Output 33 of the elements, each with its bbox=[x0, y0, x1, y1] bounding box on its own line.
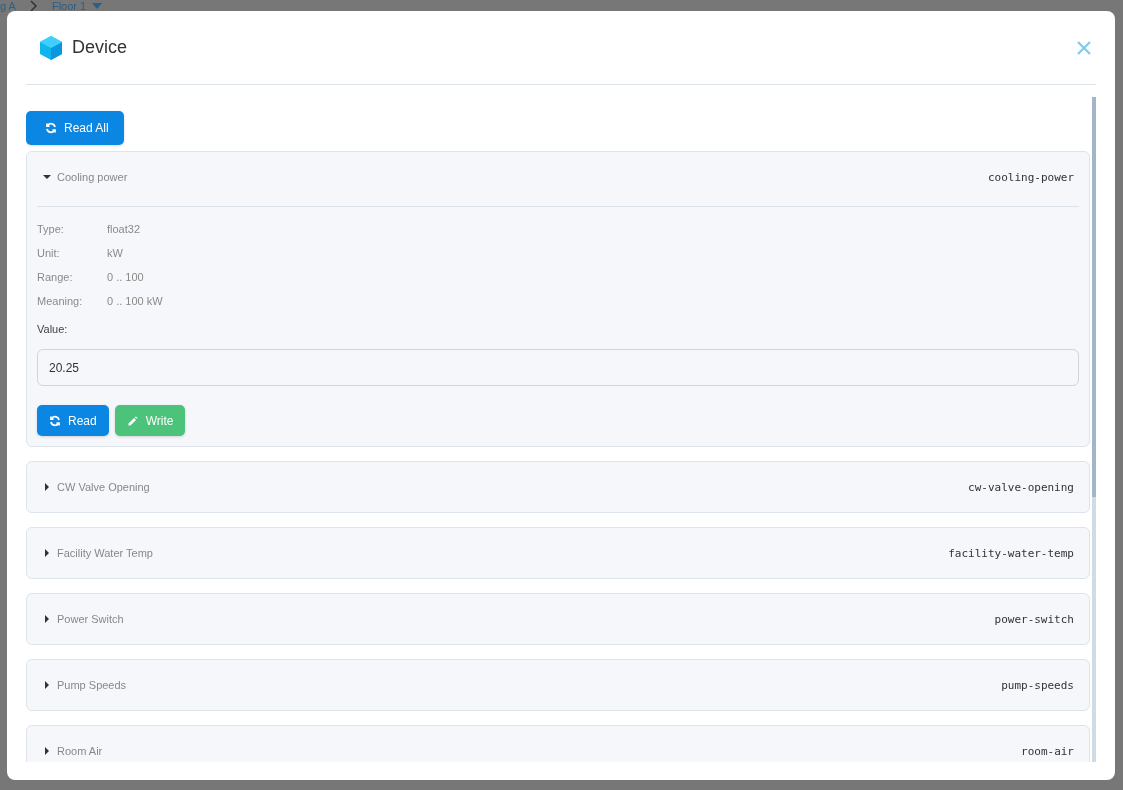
datapoint-id: power-switch bbox=[994, 612, 1074, 626]
datapoint-id: cw-valve-opening bbox=[968, 480, 1074, 494]
dialog-title: Device bbox=[72, 37, 129, 58]
datapoint-id: cooling-power bbox=[987, 170, 1074, 184]
property-value: float32 bbox=[107, 223, 141, 235]
scrollbar[interactable] bbox=[1092, 97, 1096, 762]
property-label: Range: bbox=[37, 271, 74, 283]
datapoint-toggle[interactable]: Pump Speeds bbox=[43, 679, 1002, 691]
datapoint-id: room-air bbox=[1021, 744, 1074, 758]
property-value: 0 .. 100 bbox=[107, 271, 144, 283]
refresh-icon bbox=[45, 122, 57, 134]
close-button[interactable] bbox=[1076, 39, 1092, 56]
write-button[interactable]: Write bbox=[114, 405, 186, 436]
property-label: Meaning: bbox=[37, 295, 84, 307]
refresh-icon bbox=[49, 414, 61, 427]
datapoint-toggle[interactable]: Room Air bbox=[43, 745, 1021, 757]
chevron-icon bbox=[29, 0, 38, 12]
datapoint-toggle[interactable]: Facility Water Temp bbox=[43, 547, 949, 559]
datapoint-toggle[interactable]: Power Switch bbox=[43, 613, 995, 625]
datapoint-id: pump-speeds bbox=[1001, 678, 1074, 692]
value-label: Value: bbox=[37, 323, 69, 335]
datapoint-toggle[interactable]: CW Valve Opening bbox=[43, 481, 969, 493]
datapoint-id: facility-water-temp bbox=[948, 546, 1074, 560]
property-label: Unit: bbox=[37, 247, 61, 259]
pencil-icon bbox=[126, 414, 139, 427]
read-all-button[interactable]: Read All bbox=[26, 111, 124, 145]
read-button[interactable]: Read bbox=[37, 405, 109, 436]
cube-icon bbox=[40, 35, 62, 60]
property-label: Type: bbox=[37, 223, 65, 235]
datapoint-toggle[interactable]: Cooling power bbox=[43, 171, 988, 183]
value-input[interactable]: 20.25 bbox=[37, 349, 1079, 386]
property-value: 0 .. 100 kW bbox=[107, 295, 163, 307]
property-value: kW bbox=[107, 247, 123, 259]
